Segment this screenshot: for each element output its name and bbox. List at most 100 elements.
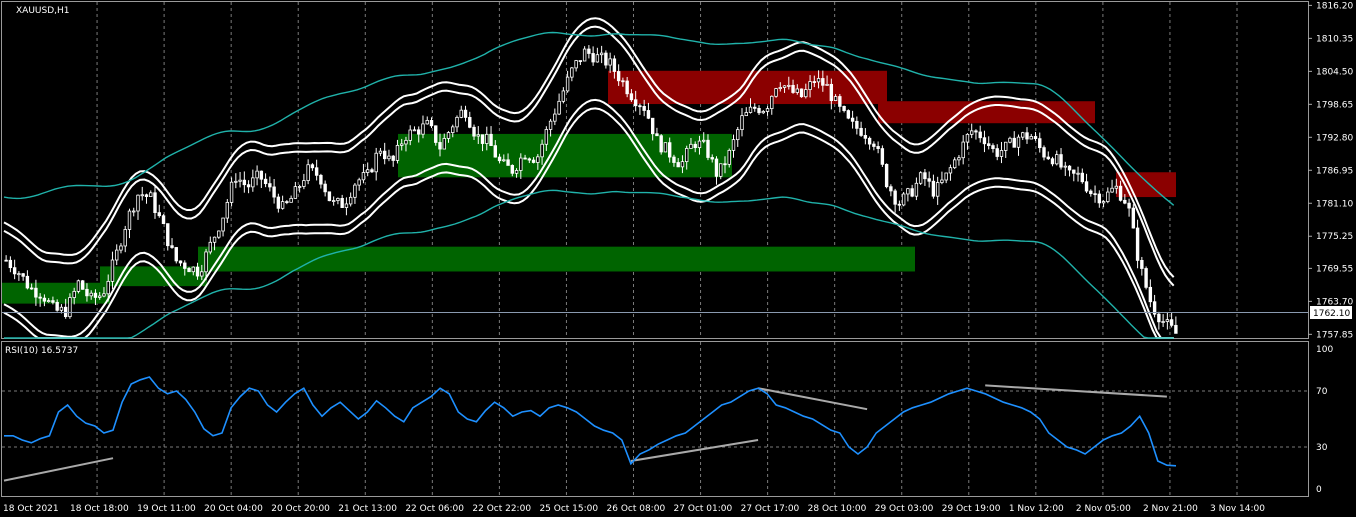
candle-body bbox=[859, 127, 863, 136]
candle-body bbox=[29, 287, 34, 290]
candle-body bbox=[438, 142, 442, 150]
candle-body bbox=[451, 126, 455, 133]
chart-window[interactable]: XAUUSD,H1 1762.10 1816.20 1810.35 1804.50 1… bbox=[0, 0, 1356, 517]
candle-body bbox=[1135, 227, 1140, 261]
candle-body bbox=[1161, 321, 1165, 323]
candle-body bbox=[140, 194, 144, 197]
candle-body bbox=[221, 217, 225, 232]
candle-body bbox=[459, 109, 463, 118]
candle-body bbox=[1063, 165, 1067, 168]
symbol-label: XAUUSD,H1 bbox=[16, 6, 70, 16]
candle-body bbox=[710, 157, 714, 160]
candle-body bbox=[238, 179, 242, 182]
candle-body bbox=[255, 170, 259, 179]
candle-body bbox=[659, 135, 663, 153]
candle-body bbox=[723, 163, 727, 166]
candle-body bbox=[234, 180, 238, 183]
price-tick-label: 1769.55 bbox=[1316, 264, 1353, 274]
price-tick-label: 1816.20 bbox=[1316, 1, 1353, 11]
candle-body bbox=[170, 245, 174, 248]
candle-body bbox=[816, 78, 821, 83]
candle-body bbox=[880, 148, 885, 165]
candle-body bbox=[1123, 199, 1127, 204]
candle-body bbox=[1110, 187, 1114, 193]
time-label: 29 Oct 19:00 bbox=[942, 504, 1001, 514]
candle-body bbox=[548, 120, 553, 130]
candle-body bbox=[1012, 137, 1016, 148]
candle-body bbox=[404, 139, 408, 145]
candle-body bbox=[1093, 193, 1097, 196]
candle-body bbox=[327, 191, 332, 202]
candle-body bbox=[195, 266, 200, 277]
candle-body bbox=[795, 88, 800, 93]
candle-body bbox=[969, 130, 974, 135]
candle-body bbox=[965, 133, 970, 143]
candle-body bbox=[421, 123, 425, 135]
time-label: 21 Oct 13:00 bbox=[338, 504, 397, 514]
candle-body bbox=[1089, 190, 1093, 195]
candle-body bbox=[846, 110, 851, 119]
candle-body bbox=[1174, 324, 1178, 334]
candle-body bbox=[348, 196, 353, 205]
candle-body bbox=[4, 259, 8, 262]
candle-body bbox=[361, 172, 366, 181]
candle-body bbox=[680, 161, 685, 168]
candle-body bbox=[574, 60, 578, 69]
candle-body bbox=[1059, 154, 1063, 168]
candle-body bbox=[408, 129, 412, 141]
candle-body bbox=[995, 148, 999, 157]
time-label: 27 Oct 17:00 bbox=[741, 504, 800, 514]
candle-body bbox=[1114, 185, 1119, 189]
candle-body bbox=[706, 139, 710, 158]
candle-body bbox=[978, 131, 982, 139]
price-tick-label: 1781.10 bbox=[1316, 199, 1353, 209]
candle-body bbox=[463, 109, 468, 118]
candle-body bbox=[519, 157, 523, 171]
candle-body bbox=[923, 172, 927, 180]
candle-body bbox=[901, 193, 906, 206]
candle-body bbox=[999, 150, 1004, 157]
price-tick-label: 1775.25 bbox=[1316, 232, 1353, 242]
candle-body bbox=[123, 229, 127, 247]
candle-body bbox=[578, 60, 583, 62]
candle-body bbox=[625, 80, 629, 95]
candle-body bbox=[251, 177, 255, 188]
rsi-tick-label: 0 bbox=[1316, 485, 1322, 495]
candle-body bbox=[804, 89, 808, 98]
time-label: 26 Oct 08:00 bbox=[607, 504, 666, 514]
candle-body bbox=[1055, 154, 1059, 165]
candle-body bbox=[914, 182, 919, 197]
rsi-tick-label: 100 bbox=[1316, 345, 1333, 355]
price-tick-label: 1786.95 bbox=[1316, 166, 1353, 176]
time-axis: 18 Oct 2021 18 Oct 18:00 19 Oct 11:00 20 Oc… bbox=[3, 504, 1265, 514]
candle-body bbox=[85, 288, 89, 297]
candle-body bbox=[1025, 132, 1029, 140]
candle-body bbox=[1097, 193, 1102, 204]
candle-body bbox=[153, 192, 157, 214]
candle-body bbox=[608, 58, 612, 66]
candle-body bbox=[1148, 286, 1153, 303]
candle-body bbox=[493, 145, 497, 158]
candle-body bbox=[1106, 191, 1110, 202]
candle-body bbox=[387, 155, 391, 160]
candle-body bbox=[1046, 156, 1050, 160]
candle-body bbox=[570, 67, 574, 78]
candle-body bbox=[655, 133, 659, 137]
candle-body bbox=[12, 267, 17, 275]
candle-body bbox=[225, 202, 230, 219]
candle-body bbox=[340, 198, 344, 208]
candle-body bbox=[761, 111, 765, 114]
candle-body bbox=[642, 105, 646, 111]
rsi-label: RSI(10) 16.5737 bbox=[5, 346, 78, 356]
candle-body bbox=[565, 76, 570, 92]
candle-body bbox=[544, 129, 549, 145]
candle-body bbox=[633, 99, 638, 107]
candle-body bbox=[51, 300, 55, 303]
time-label: 3 Nov 14:00 bbox=[1210, 504, 1265, 514]
time-label: 18 Oct 18:00 bbox=[70, 504, 129, 514]
candle-body bbox=[825, 83, 829, 86]
candle-body bbox=[536, 156, 540, 163]
candle-body bbox=[412, 129, 417, 132]
candle-body bbox=[136, 194, 140, 212]
candle-body bbox=[1140, 259, 1144, 269]
